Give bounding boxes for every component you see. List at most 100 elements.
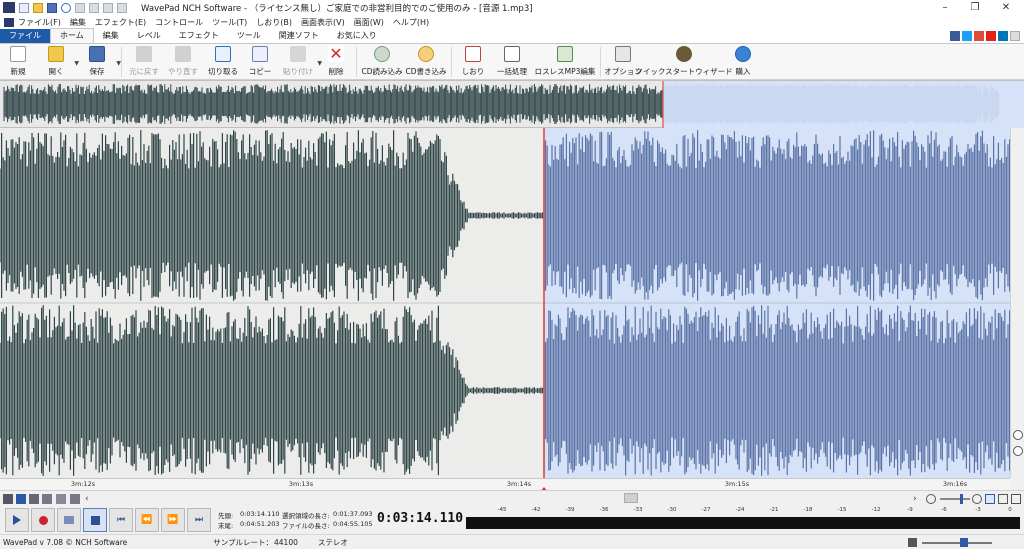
meter-scale-label: -24 — [735, 507, 745, 513]
dropdown-icon[interactable] — [1010, 31, 1020, 41]
googleplus-icon[interactable] — [974, 31, 984, 41]
youtube-icon[interactable] — [986, 31, 996, 41]
record-icon — [38, 515, 48, 525]
cd-burn-icon — [418, 46, 434, 62]
play-button[interactable] — [5, 508, 29, 532]
open-button[interactable]: 開く ▼ — [36, 44, 79, 80]
meter-scale-label: -18 — [803, 507, 813, 513]
tab-edit[interactable]: 編集 — [94, 29, 128, 43]
lossless-mp3-button[interactable]: ロスレスMP3編集 — [533, 44, 597, 80]
copy-icon[interactable] — [75, 2, 85, 13]
loop-play-icon — [64, 516, 74, 524]
overview-waveform[interactable] — [0, 80, 1024, 128]
cut-icon[interactable] — [61, 2, 71, 13]
tab-related-software[interactable]: 関連ソフト — [270, 29, 328, 43]
delete-button[interactable]: ✕ 削除 — [319, 44, 353, 80]
amplitude-tool-icon[interactable] — [70, 494, 80, 504]
save-button[interactable]: 保存 ▼ — [76, 44, 121, 80]
menu-control[interactable]: コントロール — [155, 17, 203, 28]
zoom-fit-icon[interactable] — [998, 494, 1008, 504]
zoom-in-vertical-icon[interactable] — [1013, 430, 1023, 440]
waveform-trace — [0, 305, 543, 476]
rewind-button[interactable]: ⏪ — [135, 508, 159, 532]
overview-top-border — [0, 80, 1024, 81]
meter-scale-label: -6 — [941, 507, 947, 513]
menu-effect[interactable]: エフェクト(E) — [95, 17, 146, 28]
stop-button[interactable] — [83, 508, 107, 532]
tab-file[interactable]: ファイル — [0, 29, 50, 43]
bookmark-button[interactable]: しおり — [455, 44, 491, 80]
buy-button[interactable]: 購入 — [726, 44, 760, 80]
record-button[interactable] — [31, 508, 55, 532]
tab-level[interactable]: レベル — [128, 29, 170, 43]
title-bar: WavePad NCH Software - （ライセンス無し）ご家庭での非営利… — [0, 0, 1024, 15]
zoom-out-vertical-icon[interactable] — [1013, 446, 1023, 456]
main-waveform[interactable] — [0, 128, 1011, 478]
go-start-button[interactable]: ⏮ — [109, 508, 133, 532]
pencil-tool-icon[interactable] — [3, 494, 13, 504]
view-toolbar: ‹ › — [0, 490, 1024, 506]
close-button[interactable]: ✕ — [991, 0, 1021, 15]
timeline-ruler[interactable]: 3m:12s 3m:13s 3m:14s 3m:15s 3m:16s — [0, 478, 1010, 492]
tab-favorites[interactable]: お気に入り — [328, 29, 386, 43]
linkedin-icon[interactable] — [998, 31, 1008, 41]
redo-icon[interactable] — [117, 2, 127, 13]
zoom-slider-track[interactable] — [940, 498, 970, 500]
zoom-slider-thumb[interactable] — [960, 494, 963, 504]
scroll-left-icon[interactable]: ‹ — [85, 494, 95, 504]
save-dropdown-icon[interactable]: ▼ — [116, 60, 121, 67]
cd-rip-button[interactable]: CD読み込み — [360, 44, 404, 80]
menu-tools[interactable]: ツール(T) — [212, 17, 247, 28]
tab-effect[interactable]: エフェクト — [170, 29, 228, 43]
maximize-button[interactable]: ❐ — [960, 0, 990, 15]
menu-window[interactable]: 画面(W) — [354, 17, 384, 28]
facebook-icon[interactable] — [950, 31, 960, 41]
batch-button[interactable]: 一括処理 — [491, 44, 533, 80]
end-label: 末尾: — [218, 522, 234, 530]
speaker-icon[interactable] — [908, 538, 917, 547]
spectral-view-icon[interactable] — [29, 494, 39, 504]
fast-forward-icon: ⏩ — [167, 515, 179, 525]
menu-bar: ファイル(F) 編集 エフェクト(E) コントロール ツール(T) しおり(B)… — [0, 15, 1024, 29]
menu-help[interactable]: ヘルプ(H) — [393, 17, 429, 28]
meter-scale-label: -9 — [907, 507, 913, 513]
tab-tools[interactable]: ツール — [228, 29, 270, 43]
zoom-in-icon[interactable] — [972, 494, 982, 504]
meter-scale-label: -36 — [599, 507, 609, 513]
undo-button[interactable]: 元に戻す — [125, 44, 163, 80]
zoom-full-icon[interactable] — [1011, 494, 1021, 504]
copy-button[interactable]: コピー — [243, 44, 277, 80]
vertical-zoom-bar[interactable] — [1010, 128, 1024, 478]
cut-button[interactable]: 切り取る — [203, 44, 243, 80]
tab-home[interactable]: ホーム — [50, 28, 94, 43]
waveform-view-icon[interactable] — [16, 494, 26, 504]
quickstart-wizard-button[interactable]: クイックスタートウィザード — [635, 44, 733, 80]
new-file-icon[interactable] — [19, 2, 29, 13]
fast-forward-button[interactable]: ⏩ — [161, 508, 185, 532]
spectrum-view-icon[interactable] — [42, 494, 52, 504]
minimize-button[interactable]: – — [930, 0, 960, 15]
zoom-selection-icon[interactable] — [985, 494, 995, 504]
menu-edit[interactable]: 編集 — [70, 17, 86, 28]
volume-slider-thumb[interactable] — [960, 538, 968, 547]
zoom-out-icon[interactable] — [926, 494, 936, 504]
redo-button[interactable]: やり直す — [163, 44, 203, 80]
save-icon[interactable] — [47, 2, 57, 13]
menu-bookmark[interactable]: しおり(B) — [256, 17, 292, 28]
paste-icon[interactable] — [89, 2, 99, 13]
cd-burn-button[interactable]: CD書き込み — [404, 44, 448, 80]
twitter-icon[interactable] — [962, 31, 972, 41]
open-folder-icon[interactable] — [33, 2, 43, 13]
scrub-tool-icon[interactable] — [56, 494, 66, 504]
volume-slider-track[interactable] — [922, 542, 992, 544]
undo-icon[interactable] — [103, 2, 113, 13]
go-end-button[interactable]: ⏭ — [187, 508, 211, 532]
new-button[interactable]: 新規 — [0, 44, 36, 80]
scroll-right-icon[interactable]: › — [913, 494, 923, 504]
app-menu-icon[interactable] — [4, 17, 14, 27]
loop-play-button[interactable] — [57, 508, 81, 532]
menu-file[interactable]: ファイル(F) — [18, 17, 61, 28]
horizontal-scroll-thumb[interactable] — [624, 493, 638, 503]
menu-view[interactable]: 画面表示(V) — [301, 17, 345, 28]
paste-button[interactable]: 貼り付け ▼ — [277, 44, 322, 80]
